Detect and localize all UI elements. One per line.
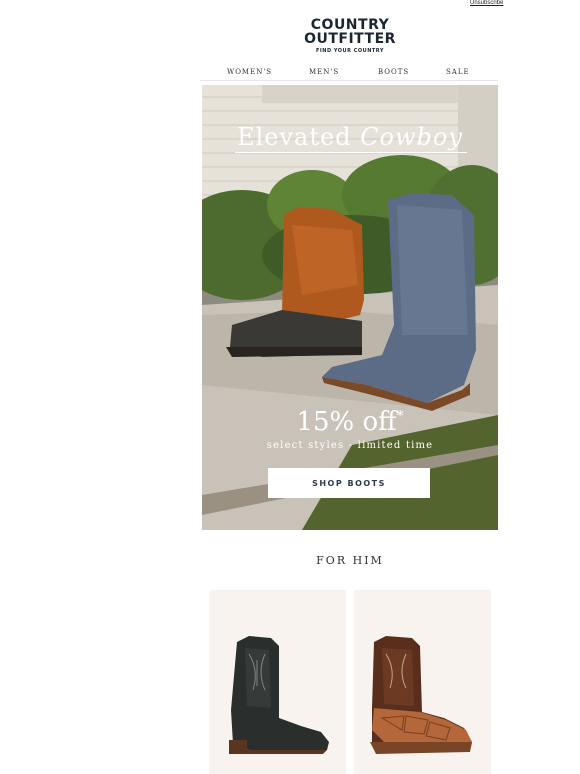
offer-subline: select styles - limited time	[266, 440, 434, 451]
hero-title-underline	[235, 152, 467, 153]
logo-line-2: OUTFITTER	[304, 31, 396, 47]
logo-line-1: COUNTRY	[310, 17, 390, 33]
section-title-for-him: FOR HIM	[316, 554, 384, 567]
product-card-2[interactable]	[354, 590, 491, 774]
shop-boots-button[interactable]: SHOP BOOTS	[268, 468, 430, 498]
nav-item-womens[interactable]: WOMEN'S	[227, 68, 272, 76]
brown-pirarucu-boot-icon	[370, 636, 472, 754]
hero-title-italic: Cowboy	[360, 123, 463, 151]
offer-text: 15% off*	[202, 407, 498, 437]
offer-asterisk: *	[396, 408, 404, 425]
main-nav: WOMEN'S MEN'S BOOTS SALE	[200, 66, 498, 81]
brand-logo[interactable]: COUNTRY OUTFITTER FIND YOUR COUNTRY	[300, 18, 400, 54]
hero-title: Elevated Cowboy	[202, 123, 498, 151]
product-card-1[interactable]	[209, 590, 346, 774]
nav-item-sale[interactable]: SALE	[446, 68, 470, 76]
nav-item-mens[interactable]: MEN'S	[309, 68, 339, 76]
black-caiman-boot-icon	[229, 636, 329, 754]
hero-banner[interactable]: Elevated Cowboy 15% off* select styles -…	[202, 85, 498, 530]
nav-item-boots[interactable]: BOOTS	[378, 68, 409, 76]
hero-title-plain: Elevated	[237, 123, 352, 151]
unsubscribe-link[interactable]: Unsubscribe	[470, 0, 503, 6]
logo-tagline: FIND YOUR COUNTRY	[316, 48, 384, 54]
offer-amount: 15% off	[296, 407, 397, 437]
